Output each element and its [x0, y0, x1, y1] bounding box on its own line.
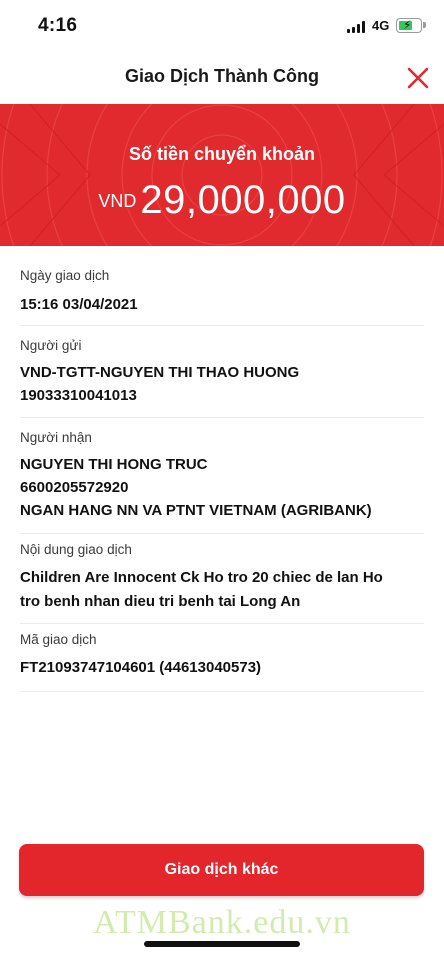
date-value: 15:16 03/04/2021	[20, 296, 138, 313]
header: Giao Dịch Thành Công	[0, 52, 444, 104]
close-icon	[407, 67, 429, 89]
amount-currency: VND	[98, 191, 137, 211]
network-type: 4G	[372, 18, 390, 33]
amount-value: 29,000,000	[140, 178, 346, 222]
recipient-name: NGUYEN THI HONG TRUC	[20, 456, 208, 473]
other-transaction-button[interactable]: Giao dịch khác	[19, 844, 424, 896]
banner-pattern	[0, 104, 444, 246]
transaction-id-label: Mã giao dịch	[20, 632, 97, 647]
battery-icon: ⚡	[396, 18, 422, 33]
sender-label: Người gửi	[20, 338, 82, 353]
transaction-id-value: FT21093747104601 (44613040573)	[20, 659, 262, 676]
content-field: Nội dung giao dịch Children Are Innocent…	[20, 534, 424, 624]
recipient-field: Người nhận NGUYEN THI HONG TRUC 66002055…	[20, 418, 424, 534]
signal-icon	[347, 21, 367, 33]
watermark: ATMBank.edu.vn	[93, 904, 351, 941]
date-field: Ngày giao dịch 15:16 03/04/2021	[20, 246, 424, 326]
content-line-2: tro benh nhan dieu tri benh tai Long An	[20, 593, 301, 610]
date-label: Ngày giao dịch	[20, 268, 110, 283]
battery-cap	[423, 22, 426, 28]
recipient-bank: NGAN HANG NN VA PTNT VIETNAM (AGRIBANK)	[20, 502, 372, 519]
content-line-1: Children Are Innocent Ck Ho tro 20 chiec…	[20, 569, 383, 586]
close-button[interactable]	[406, 66, 430, 90]
sender-name: VND-TGTT-NGUYEN THI THAO HUONG	[20, 364, 300, 381]
home-indicator[interactable]	[144, 941, 300, 947]
transaction-id-field: Mã giao dịch FT21093747104601 (446130405…	[20, 624, 424, 692]
recipient-account: 6600205572920	[20, 479, 129, 496]
content-label: Nội dung giao dịch	[20, 542, 132, 557]
status-time: 4:16	[38, 15, 78, 36]
status-bar: 4:16 4G ⚡	[0, 0, 444, 52]
amount-display: VND 29,000,000	[0, 178, 444, 223]
recipient-label: Người nhận	[20, 430, 92, 445]
sender-account: 19033310041013	[20, 387, 137, 404]
page-title: Giao Dịch Thành Công	[125, 66, 319, 86]
amount-banner: Số tiền chuyển khoản VND 29,000,000	[0, 104, 444, 246]
amount-label: Số tiền chuyển khoản	[128, 144, 316, 164]
sender-field: Người gửi VND-TGTT-NGUYEN THI THAO HUONG…	[20, 326, 424, 418]
